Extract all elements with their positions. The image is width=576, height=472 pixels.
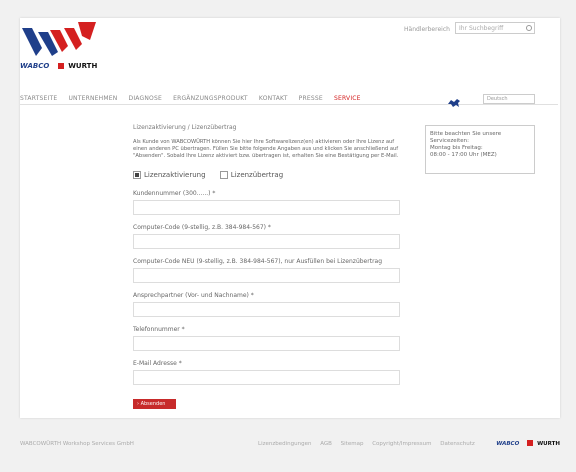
- ansprechpartner-input[interactable]: [133, 302, 400, 317]
- nav-item-presse[interactable]: PRESSE: [299, 95, 323, 102]
- submit-button[interactable]: › Absenden: [133, 399, 176, 409]
- field-kundennummer: Kundennummer (300......) *: [133, 190, 419, 215]
- footer-link-lizenzbedingungen[interactable]: Lizenzbedingungen: [258, 441, 311, 447]
- language-select[interactable]: Deutsch: [483, 94, 535, 104]
- brand-text: WABCO WURTH: [20, 62, 97, 70]
- service-hours-line: Bitte beachten Sie unsere: [430, 131, 502, 137]
- computer-code-input[interactable]: [133, 234, 400, 249]
- radio-label: Lizenzübertrag: [230, 171, 284, 179]
- nav-item-unternehmen[interactable]: UNTERNEHMEN: [68, 95, 117, 102]
- service-hours-line: Servicezeiten:: [430, 138, 470, 144]
- footer-brand-wabco: WABCO: [496, 441, 520, 447]
- dealer-area-link[interactable]: Händlerbereich: [404, 26, 450, 33]
- search-placeholder: Ihr Suchbegriff: [459, 25, 504, 32]
- service-hours-box: Bitte beachten Sie unsere Servicezeiten:…: [425, 125, 535, 174]
- field-label: Telefonnummer *: [133, 326, 185, 333]
- service-hours-line: Montag bis Freitag:: [430, 145, 483, 151]
- field-label: Kundennummer (300......) *: [133, 190, 216, 197]
- field-label: E-Mail Adresse *: [133, 360, 182, 367]
- telefonnummer-input[interactable]: [133, 336, 400, 351]
- footer-link-sitemap[interactable]: Sitemap: [341, 441, 364, 447]
- form-heading: Lizenzaktivierung / Lizenzübertrag: [133, 124, 237, 131]
- nav-item-startseite[interactable]: STARTSEITE: [20, 95, 57, 102]
- field-label: Ansprechpartner (Vor- und Nachname) *: [133, 292, 254, 299]
- brand-wurth-label: WURTH: [68, 62, 98, 70]
- email-input[interactable]: [133, 370, 400, 385]
- nav-item-ergaenzungsprodukt[interactable]: ERGÄNZUNGSPRODUKT: [173, 95, 248, 102]
- license-type-radio-group: Lizenzaktivierung Lizenzübertrag: [133, 171, 419, 181]
- footer-link-datenschutz[interactable]: Datenschutz: [440, 441, 475, 447]
- search-input[interactable]: Ihr Suchbegriff: [455, 22, 535, 34]
- animal-icon: [447, 93, 461, 107]
- form-intro: Als Kunde von WABCOWÜRTH können Sie hier…: [133, 139, 399, 159]
- kundennummer-input[interactable]: [133, 200, 400, 215]
- field-ansprechpartner: Ansprechpartner (Vor- und Nachname) *: [133, 292, 419, 317]
- main-nav: STARTSEITE UNTERNEHMEN DIAGNOSE ERGÄNZUN…: [20, 95, 370, 102]
- search-icon[interactable]: [526, 25, 532, 31]
- nav-divider: [20, 104, 558, 105]
- footer-company: WABCOWÜRTH Workshop Services GmbH: [20, 441, 134, 447]
- wurth-square-icon: [527, 440, 534, 446]
- footer: WABCOWÜRTH Workshop Services GmbH Lizenz…: [20, 435, 560, 455]
- field-label: Computer-Code (9-stellig, z.B. 384-984-5…: [133, 224, 271, 231]
- footer-links: Lizenzbedingungen AGB Sitemap Copyright/…: [258, 441, 482, 447]
- field-telefonnummer: Telefonnummer *: [133, 326, 419, 351]
- radio-lizenzaktivierung[interactable]: Lizenzaktivierung: [133, 171, 206, 179]
- field-computer-code: Computer-Code (9-stellig, z.B. 384-984-5…: [133, 224, 419, 249]
- footer-brand-wurth: WURTH: [537, 441, 560, 447]
- field-label: Computer-Code NEU (9-stellig, z.B. 384-9…: [133, 258, 383, 265]
- footer-brand: WABCO WURTH: [496, 440, 560, 447]
- license-form: Lizenzaktivierung / Lizenzübertrag Als K…: [133, 124, 419, 409]
- computer-code-neu-input[interactable]: [133, 268, 400, 283]
- footer-link-impressum[interactable]: Copyright/Impressum: [372, 441, 431, 447]
- radio-label: Lizenzaktivierung: [144, 171, 206, 179]
- field-email: E-Mail Adresse *: [133, 360, 419, 385]
- wurth-square-icon: [57, 63, 64, 69]
- radio-checked-icon[interactable]: [133, 171, 141, 179]
- field-computer-code-neu: Computer-Code NEU (9-stellig, z.B. 384-9…: [133, 258, 419, 283]
- service-hours-line: 08:00 - 17:00 Uhr (MEZ): [430, 152, 497, 158]
- footer-link-agb[interactable]: AGB: [320, 441, 332, 447]
- nav-item-kontakt[interactable]: KONTAKT: [259, 95, 288, 102]
- brand-wabco-label: WABCO: [20, 62, 50, 70]
- nav-item-service[interactable]: SERVICE: [334, 95, 361, 102]
- radio-unchecked-icon[interactable]: [219, 171, 228, 179]
- radio-lizenzuebertrag[interactable]: Lizenzübertrag: [219, 171, 284, 179]
- nav-item-diagnose[interactable]: DIAGNOSE: [129, 95, 162, 102]
